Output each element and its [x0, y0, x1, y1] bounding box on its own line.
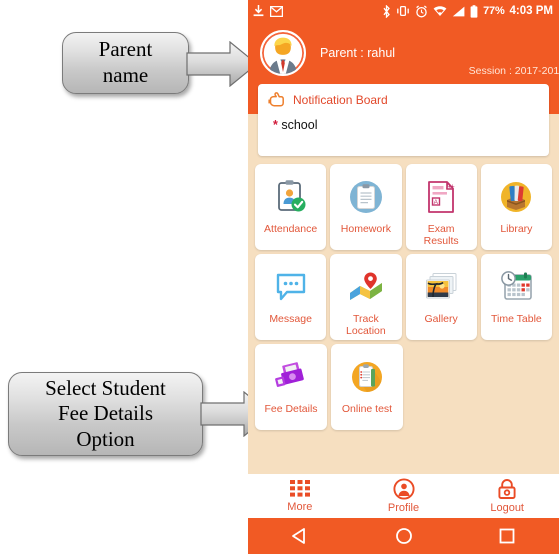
tile-label: Fee Details: [264, 403, 318, 415]
person-circle-icon: [392, 478, 415, 500]
svg-text:A+: A+: [446, 184, 455, 191]
attendance-clipboard-check-icon: [271, 177, 311, 217]
tile-label: Track Location: [346, 313, 386, 338]
tile-label: Time Table: [490, 313, 542, 325]
square-recents-icon: [499, 528, 515, 544]
screenshot-root: Parent name Select Student Fee Details O…: [0, 0, 559, 554]
pointing-hand-icon: [268, 92, 284, 107]
alarm-icon: [416, 4, 427, 17]
homework-clipboard-icon: [346, 177, 386, 217]
tile-homework[interactable]: Homework: [330, 164, 402, 250]
tile-label: Gallery: [424, 313, 458, 325]
nav-item-label: Profile: [387, 502, 420, 514]
bottom-navigation: More Profile Logout: [248, 474, 559, 518]
annotation-callout-parent-name: Parent name: [62, 32, 189, 94]
tile-fee-details[interactable]: Fee Details: [255, 344, 327, 430]
feature-grid-row: Message Track Location Gallery Time Tabl…: [255, 254, 552, 340]
battery-icon: [470, 4, 478, 18]
vibrate-icon: [397, 5, 409, 17]
tile-online-test[interactable]: Online test: [331, 344, 403, 430]
notification-message-row: * school: [267, 118, 540, 132]
download-icon: [253, 5, 264, 17]
android-navigation-bar: [248, 518, 559, 554]
android-recents-button[interactable]: [455, 527, 559, 545]
signal-icon: [452, 6, 465, 16]
feature-grid-row: Fee Details Online test: [255, 344, 552, 430]
notification-board-title: Notification Board: [293, 92, 388, 107]
feature-grid-row: Attendance Homework A+ A Exam Results Li…: [255, 164, 552, 250]
annotation-callout-fee-details-text: Select Student Fee Details Option: [45, 375, 166, 451]
annotation-callout-parent-name-text: Parent name: [98, 37, 153, 87]
notification-bullet: *: [273, 118, 278, 132]
photo-stack-icon: [421, 267, 461, 307]
status-bar-clock: 4:03 PM: [509, 5, 553, 17]
bluetooth-icon: [383, 4, 390, 18]
svg-text:A: A: [434, 199, 439, 206]
exam-results-grade-sheet-icon: A+ A: [421, 177, 461, 217]
session-label: Session : 2017-2018: [468, 65, 559, 77]
map-pin-icon: [346, 267, 386, 307]
wifi-icon: [433, 5, 447, 16]
nav-item-label: More: [287, 501, 313, 513]
nav-item-logout[interactable]: Logout: [455, 478, 559, 514]
tile-label: Homework: [340, 223, 391, 235]
tile-exam-results[interactable]: A+ A Exam Results: [405, 164, 477, 250]
message-bubble-icon: [271, 267, 311, 307]
money-notes-icon: [271, 357, 311, 397]
notification-board-header: Notification Board: [267, 91, 540, 108]
calendar-clock-icon: [496, 267, 536, 307]
phone-screen: 77% 4:03 PM Parent : rahul Session: 201…: [248, 0, 559, 554]
status-bar: 77% 4:03 PM: [248, 0, 559, 22]
notification-message: school: [281, 118, 318, 132]
tile-label: Attendance: [264, 223, 318, 235]
parent-name-label: Parent : rahul: [320, 46, 396, 60]
online-test-clipboard-icon: [347, 357, 387, 397]
app-header: Parent : rahul Session : 2017-2018: [248, 22, 559, 84]
padlock-icon: [498, 479, 516, 499]
tile-attendance[interactable]: Attendance: [255, 164, 327, 250]
feature-grid: Attendance Homework A+ A Exam Results Li…: [248, 156, 559, 436]
tile-label: Online test: [341, 403, 393, 415]
nav-item-label: Logout: [490, 502, 524, 514]
tile-library[interactable]: Library: [480, 164, 552, 250]
annotation-callout-fee-details: Select Student Fee Details Option: [8, 372, 203, 456]
notification-board-card[interactable]: Notification Board * school: [258, 84, 549, 156]
tile-label: Exam Results: [423, 223, 459, 248]
grid-dots-icon: [289, 480, 310, 497]
notification-board-wrapper: Notification Board * school: [248, 84, 559, 156]
tile-gallery[interactable]: Gallery: [405, 254, 477, 340]
battery-percentage: 77%: [483, 5, 505, 17]
nav-item-profile[interactable]: Profile: [352, 478, 456, 514]
tile-label: Message: [269, 313, 312, 325]
tile-message[interactable]: Message: [255, 254, 327, 340]
tile-time-table[interactable]: Time Table: [480, 254, 552, 340]
android-back-button[interactable]: [248, 527, 352, 545]
library-books-icon: [496, 177, 536, 217]
android-home-button[interactable]: [352, 527, 456, 545]
circle-home-icon: [395, 528, 412, 544]
tile-track-location[interactable]: Track Location: [330, 254, 402, 340]
gmail-icon: [270, 5, 283, 17]
tile-label: Library: [500, 223, 533, 235]
triangle-back-icon: [291, 528, 305, 544]
nav-item-more[interactable]: More: [248, 479, 352, 513]
avatar[interactable]: [260, 30, 306, 76]
